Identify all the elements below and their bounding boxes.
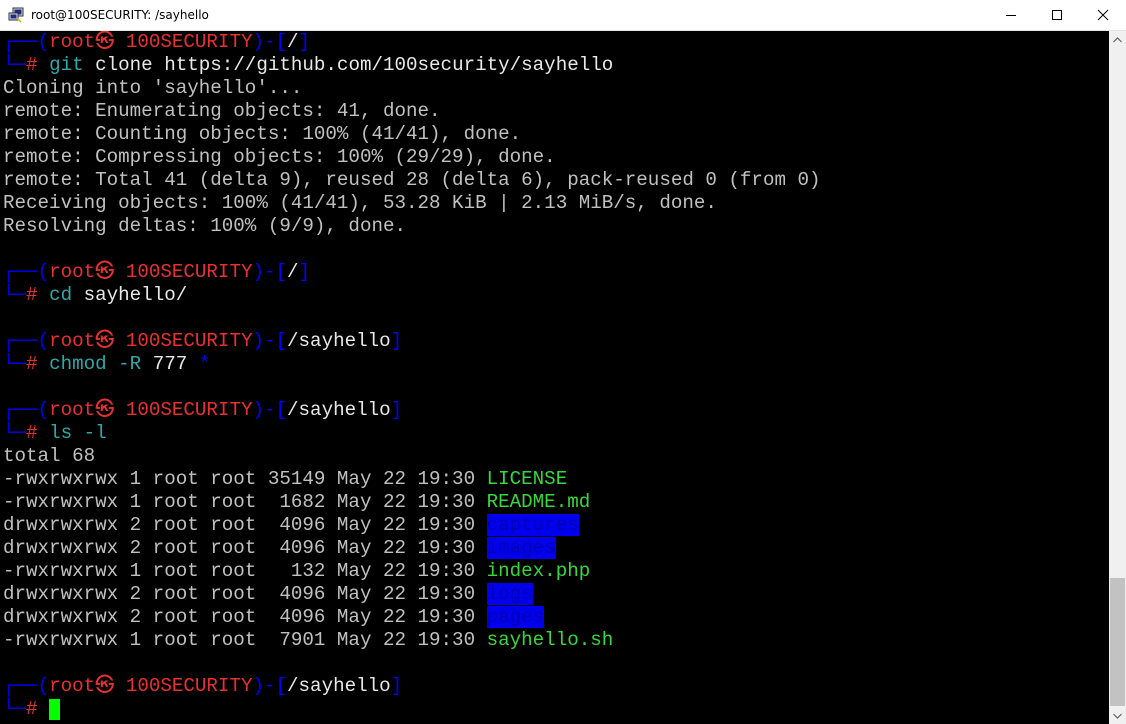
title-bar[interactable]: root@100SECURITY: /sayhello bbox=[0, 0, 1126, 31]
scroll-down-arrow-icon[interactable] bbox=[1109, 707, 1126, 724]
command-args: clone https://github.com/100security/say… bbox=[83, 54, 614, 76]
directory-name: pages bbox=[486, 606, 545, 628]
listing-total: total 68 bbox=[3, 445, 96, 467]
prompt-command-line: └─# ls -l bbox=[3, 422, 107, 444]
prompt-header: ┌──(root㉿ 100SECURITY)-[/sayhello] bbox=[3, 675, 403, 697]
prompt-user-host: root㉿ 100SECURITY bbox=[49, 261, 253, 283]
close-button[interactable] bbox=[1080, 0, 1126, 30]
prompt-user-host: root㉿ 100SECURITY bbox=[49, 31, 253, 53]
command-flag: -l bbox=[72, 422, 107, 444]
listing-row: drwxrwxrwx 2 root root 4096 May 22 19:30… bbox=[3, 514, 579, 536]
prompt-cwd: / bbox=[287, 261, 299, 283]
prompt-user-host: root㉿ 100SECURITY bbox=[49, 399, 253, 421]
prompt-header: ┌──(root㉿ 100SECURITY)-[/] bbox=[3, 261, 311, 283]
listing-row: -rwxrwxrwx 1 root root 132 May 22 19:30 … bbox=[3, 560, 591, 582]
listing-row: -rwxrwxrwx 1 root root 35149 May 22 19:3… bbox=[3, 468, 568, 490]
prompt-cwd: /sayhello bbox=[287, 675, 391, 697]
prompt-header: ┌──(root㉿ 100SECURITY)-[/sayhello] bbox=[3, 399, 403, 421]
file-name: index.php bbox=[486, 560, 591, 582]
close-icon bbox=[1097, 9, 1109, 21]
prompt-cwd: /sayhello bbox=[287, 399, 391, 421]
file-name: README.md bbox=[486, 491, 591, 513]
output-line: Receiving objects: 100% (41/41), 53.28 K… bbox=[3, 192, 717, 214]
directory-name: captures bbox=[486, 514, 579, 536]
command-name: ls bbox=[49, 422, 73, 444]
command-name: git bbox=[49, 54, 84, 76]
listing-row: -rwxrwxrwx 1 root root 7901 May 22 19:30… bbox=[3, 629, 614, 651]
listing-row: drwxrwxrwx 2 root root 4096 May 22 19:30… bbox=[3, 606, 545, 628]
terminal-cursor[interactable] bbox=[49, 699, 61, 720]
command-args: sayhello/ bbox=[72, 284, 188, 306]
output-line: remote: Counting objects: 100% (41/41), … bbox=[3, 123, 522, 145]
output-line: Resolving deltas: 100% (9/9), done. bbox=[3, 215, 407, 237]
command-arg: 777 bbox=[141, 353, 188, 375]
window-title: root@100SECURITY: /sayhello bbox=[31, 8, 209, 22]
output-line: remote: Enumerating objects: 41, done. bbox=[3, 100, 441, 122]
listing-row: drwxrwxrwx 2 root root 4096 May 22 19:30… bbox=[3, 537, 556, 559]
file-name: LICENSE bbox=[486, 468, 568, 490]
prompt-user-host: root㉿ 100SECURITY bbox=[49, 675, 253, 697]
command-name: chmod bbox=[49, 353, 107, 375]
directory-name: logs bbox=[486, 583, 533, 605]
command-glob: * bbox=[187, 353, 211, 375]
prompt-header: ┌──(root㉿ 100SECURITY)-[/sayhello] bbox=[3, 330, 403, 352]
maximize-button[interactable] bbox=[1034, 0, 1080, 30]
prompt-command-line: └─# cd sayhello/ bbox=[3, 284, 188, 306]
scroll-up-arrow-icon[interactable] bbox=[1109, 31, 1126, 48]
file-name: sayhello.sh bbox=[486, 629, 614, 651]
prompt-header: ┌──(root㉿ 100SECURITY)-[/] bbox=[3, 31, 311, 53]
putty-icon[interactable] bbox=[8, 7, 24, 23]
prompt-cwd: /sayhello bbox=[287, 330, 391, 352]
listing-row: drwxrwxrwx 2 root root 4096 May 22 19:30… bbox=[3, 583, 533, 605]
prompt-command-line: └─# chmod -R 777 * bbox=[3, 353, 211, 375]
scrollbar-thumb[interactable] bbox=[1110, 578, 1125, 706]
output-line: Cloning into 'sayhello'... bbox=[3, 77, 303, 99]
terminal-output[interactable]: ┌──(root㉿ 100SECURITY)-[/] └─# git clone … bbox=[0, 31, 1109, 724]
vertical-scrollbar[interactable] bbox=[1109, 31, 1126, 724]
minimize-icon bbox=[1006, 15, 1016, 16]
prompt-cwd: / bbox=[287, 31, 299, 53]
prompt-command-line: └─# git clone https://github.com/100secu… bbox=[3, 54, 614, 76]
directory-name: images bbox=[486, 537, 556, 559]
prompt-command-line: └─# bbox=[3, 698, 61, 721]
command-flag: -R bbox=[106, 353, 142, 375]
output-line: remote: Compressing objects: 100% (29/29… bbox=[3, 146, 556, 168]
command-name: cd bbox=[49, 284, 73, 306]
prompt-user-host: root㉿ 100SECURITY bbox=[49, 330, 253, 352]
listing-row: -rwxrwxrwx 1 root root 1682 May 22 19:30… bbox=[3, 491, 591, 513]
minimize-button[interactable] bbox=[988, 0, 1034, 30]
maximize-icon bbox=[1052, 10, 1062, 20]
output-line: remote: Total 41 (delta 9), reused 28 (d… bbox=[3, 169, 821, 191]
